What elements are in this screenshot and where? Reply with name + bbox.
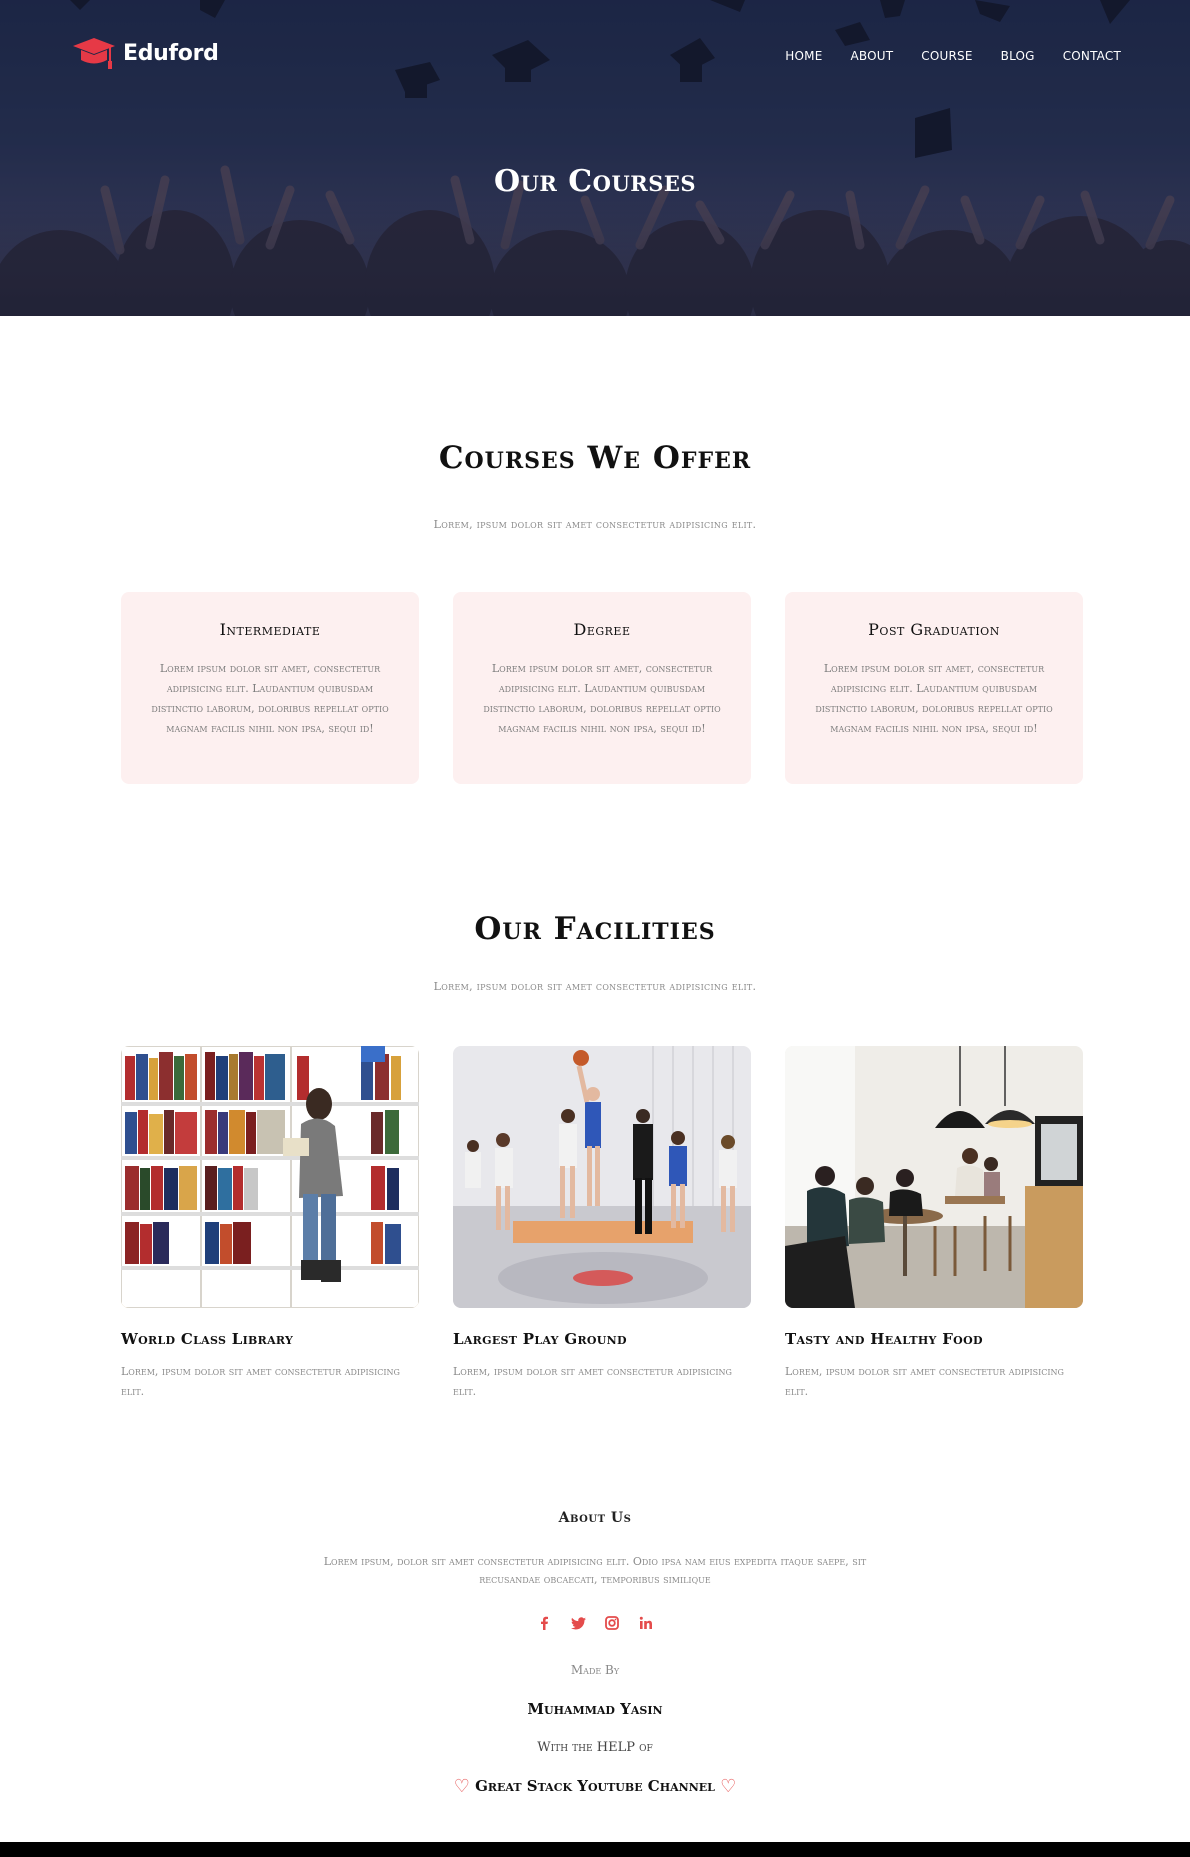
facility-title: World Class Library — [121, 1330, 294, 1348]
social-links — [0, 1615, 1190, 1631]
course-card-text: Lorem ipsum dolor sit amet, consectetur … — [815, 662, 1053, 735]
nav-blog[interactable]: BLOG — [1001, 49, 1035, 63]
facility-playground[interactable]: Largest Play Ground Lorem, ipsum dolor s… — [453, 1046, 751, 1402]
courses-subtitle: Lorem, ipsum dolor sit amet consectetur … — [433, 518, 757, 531]
course-card-title: Intermediate — [219, 620, 321, 639]
made-by-label: Made By — [570, 1663, 620, 1677]
course-card-text: Lorem ipsum dolor sit amet, consectetur … — [483, 662, 721, 735]
about-text: Lorem ipsum, dolor sit amet consectetur … — [323, 1555, 867, 1586]
facebook-icon[interactable] — [536, 1615, 552, 1631]
brand-name: Eduford — [123, 40, 219, 66]
nav-about[interactable]: ABOUT — [850, 49, 893, 63]
channel-name: Great Stack Youtube Channel — [475, 1777, 715, 1795]
playground-image — [453, 1046, 751, 1308]
facility-title: Tasty and Healthy Food — [785, 1330, 983, 1348]
author-name: Muhammad Yasin — [527, 1700, 663, 1718]
facility-food[interactable]: Tasty and Healthy Food Lorem, ipsum dolo… — [785, 1046, 1083, 1402]
graduation-cap-icon — [73, 38, 115, 69]
instagram-icon[interactable] — [604, 1615, 620, 1631]
facility-title: Largest Play Ground — [453, 1330, 627, 1348]
facility-library[interactable]: World Class Library Lorem, ipsum dolor s… — [121, 1046, 419, 1402]
facilities-title: Our Facilities — [474, 911, 716, 947]
page-title: Our Courses — [493, 164, 697, 199]
linkedin-icon[interactable] — [638, 1615, 654, 1631]
brand-logo[interactable]: Eduford — [71, 34, 219, 72]
with-help-label: With the HELP of — [537, 1740, 653, 1755]
main-nav: HOME ABOUT COURSE BLOG CONTACT — [785, 49, 1121, 63]
heart-icon: ♡ — [720, 1776, 737, 1797]
heart-icon: ♡ — [453, 1776, 470, 1797]
cafe-image — [785, 1046, 1083, 1308]
course-card-intermediate[interactable]: Intermediate Lorem ipsum dolor sit amet,… — [121, 592, 419, 784]
about-title: About Us — [558, 1510, 632, 1526]
course-card-text: Lorem ipsum dolor sit amet, consectetur … — [151, 662, 389, 735]
hero-banner: Eduford HOME ABOUT COURSE BLOG CONTACT O… — [0, 0, 1190, 316]
courses-title: Courses We Offer — [438, 440, 752, 476]
course-card-title: Post Graduation — [868, 620, 1000, 639]
nav-home[interactable]: HOME — [785, 49, 822, 63]
facility-text: Lorem, ipsum dolor sit amet consectetur … — [785, 1365, 1064, 1398]
facility-text: Lorem, ipsum dolor sit amet consectetur … — [453, 1365, 732, 1398]
library-image — [121, 1046, 419, 1308]
facilities-subtitle: Lorem, ipsum dolor sit amet consectetur … — [433, 980, 757, 993]
nav-contact[interactable]: CONTACT — [1063, 49, 1121, 63]
credit-channel: ♡ Great Stack Youtube Channel ♡ — [0, 1776, 1190, 1797]
course-card-title: Degree — [573, 620, 631, 639]
facility-text: Lorem, ipsum dolor sit amet consectetur … — [121, 1365, 400, 1398]
course-card-post-graduation[interactable]: Post Graduation Lorem ipsum dolor sit am… — [785, 592, 1083, 784]
bottom-bar — [0, 1842, 1190, 1857]
twitter-icon[interactable] — [570, 1615, 586, 1631]
course-card-degree[interactable]: Degree Lorem ipsum dolor sit amet, conse… — [453, 592, 751, 784]
nav-course[interactable]: COURSE — [921, 49, 972, 63]
